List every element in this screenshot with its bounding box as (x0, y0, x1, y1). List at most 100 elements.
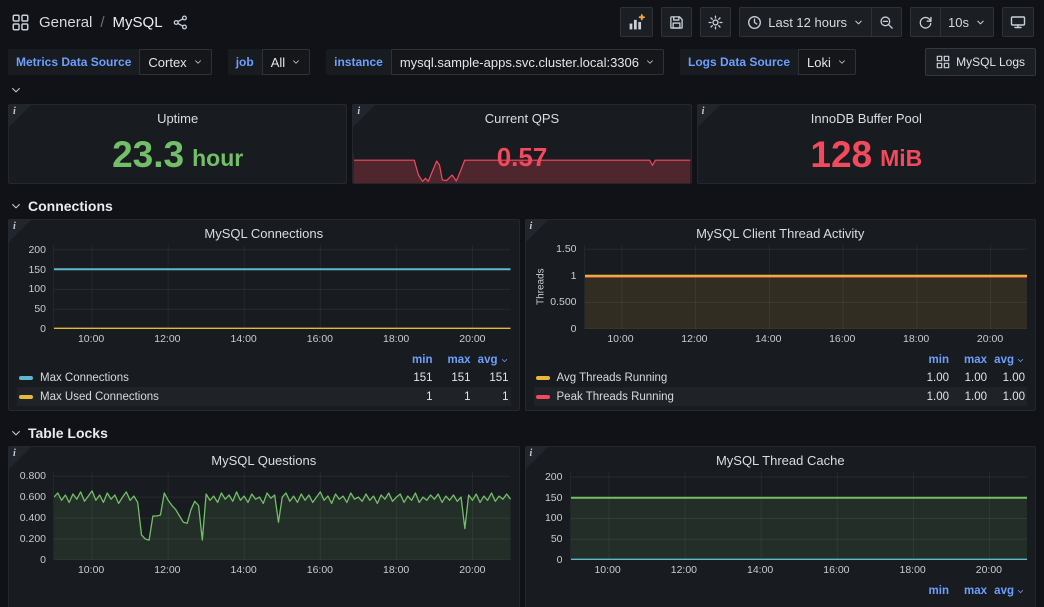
legend-min-header[interactable]: min (911, 354, 949, 366)
innodb-buffer-pool-panel: i InnoDB Buffer Pool 128 MiB (697, 104, 1036, 184)
y-axis: 050100150200 (534, 472, 570, 560)
chevron-down-icon (975, 17, 986, 28)
x-axis: 10:0012:0014:0016:0018:0020:00 (53, 329, 511, 347)
legend-item: Max Connections 151 151 151 (17, 368, 511, 387)
mysql-logs-button[interactable]: MySQL Logs (925, 48, 1036, 76)
refresh-interval-picker[interactable]: 10s (941, 7, 994, 37)
section-table-locks[interactable]: Table Locks (8, 419, 1036, 446)
breadcrumb-separator: / (100, 14, 104, 31)
legend-min-header[interactable]: min (395, 354, 433, 366)
series-swatch (19, 376, 33, 380)
panel-info-corner[interactable]: i (526, 447, 548, 469)
thread-activity-panel: i MySQL Client Thread Activity Threads 0… (525, 219, 1037, 411)
instance-select[interactable]: mysql.sample-apps.svc.cluster.local:3306 (391, 49, 664, 75)
legend-max-header[interactable]: max (949, 585, 987, 597)
y-axis-title: Threads (534, 245, 548, 329)
thread-cache-panel: i MySQL Thread Cache 050100150200 10:001… (525, 446, 1037, 607)
chevron-down-icon (291, 57, 301, 67)
chevron-down-icon (193, 57, 203, 67)
instance-label: instance (326, 49, 391, 75)
refresh-interval-label: 10s (948, 15, 969, 30)
panel-info-corner[interactable]: i (526, 220, 548, 242)
dashboard-settings-button[interactable] (700, 7, 731, 37)
chevron-down-icon (500, 356, 509, 365)
legend: min max avg Avg Threads Running 1.00 1.0… (534, 352, 1028, 406)
panel-info-corner[interactable]: i (9, 447, 31, 469)
refresh-button[interactable] (910, 7, 941, 37)
legend-item: Avg Threads Running 1.00 1.00 1.00 (534, 368, 1028, 387)
connections-chart: 050100150200 10:0012:0014:0016:0018:0020… (17, 245, 511, 347)
y-axis: 00.2000.4000.6000.800 (17, 472, 53, 560)
breadcrumb: General / MySQL (10, 12, 190, 33)
clock-icon (747, 15, 762, 30)
dashboards-grid-icon[interactable] (10, 12, 31, 33)
panel-title[interactable]: InnoDB Buffer Pool (706, 110, 1027, 130)
legend-avg-header[interactable]: avg (987, 354, 1025, 366)
panel-info-corner[interactable]: i (698, 105, 720, 127)
share-icon[interactable] (171, 13, 190, 32)
chevron-down-icon (853, 17, 864, 28)
panel-info-corner[interactable]: i (9, 220, 31, 242)
save-dashboard-button[interactable] (661, 7, 692, 37)
grid-icon (936, 55, 950, 69)
job-label: job (228, 49, 262, 75)
metrics-datasource-select[interactable]: Cortex (139, 49, 211, 75)
section-label: Table Locks (28, 425, 108, 441)
plot-area[interactable] (584, 245, 1028, 329)
buffer-pool-unit: MiB (880, 147, 922, 170)
buffer-pool-value: 128 (810, 136, 872, 173)
legend-min-header[interactable]: min (911, 585, 949, 597)
dashboard-title[interactable]: MySQL (113, 14, 163, 31)
y-axis: 050100150200 (17, 245, 53, 329)
thread-activity-chart: Threads 00.50011.50 10:0012:0014:0016:00… (534, 245, 1028, 347)
uptime-panel: i Uptime 23.3 hour (8, 104, 347, 184)
top-nav: General / MySQL Last 12 hours (0, 0, 1044, 44)
panel-info-corner[interactable]: i (353, 105, 375, 127)
collapsed-row[interactable] (0, 78, 1044, 102)
legend-item: Peak Threads Running 1.00 1.00 1.00 (534, 387, 1028, 406)
job-select[interactable]: All (262, 49, 310, 75)
panel-info-corner[interactable]: i (9, 105, 31, 127)
thread-cache-chart: 050100150200 10:0012:0014:0016:0018:0020… (534, 472, 1028, 578)
plot-area[interactable] (53, 245, 511, 329)
variable-metrics-datasource: Metrics Data Source Cortex (8, 49, 212, 75)
legend: min max avg (534, 583, 1028, 599)
kiosk-mode-button[interactable] (1002, 7, 1034, 37)
x-axis: 10:0012:0014:0016:0018:0020:00 (570, 560, 1028, 578)
x-axis: 10:0012:0014:0016:0018:0020:00 (53, 560, 511, 578)
uptime-unit: hour (192, 147, 243, 170)
add-panel-button[interactable] (620, 7, 653, 37)
metrics-datasource-label: Metrics Data Source (8, 49, 139, 75)
mysql-connections-panel: i MySQL Connections 050100150200 10:0012… (8, 219, 520, 411)
time-range-label: Last 12 hours (768, 15, 847, 30)
plot-area[interactable] (570, 472, 1028, 560)
time-range-picker[interactable]: Last 12 hours (739, 7, 872, 37)
variable-logs-datasource: Logs Data Source Loki (680, 49, 856, 75)
breadcrumb-section[interactable]: General (39, 14, 92, 31)
variable-instance: instance mysql.sample-apps.svc.cluster.l… (326, 49, 664, 75)
panel-title[interactable]: Current QPS (361, 110, 682, 130)
logs-datasource-label: Logs Data Source (680, 49, 798, 75)
variable-job: job All (228, 49, 310, 75)
plot-area[interactable] (53, 472, 511, 560)
legend-avg-header[interactable]: avg (471, 354, 509, 366)
chevron-down-icon (10, 200, 22, 212)
section-connections[interactable]: Connections (8, 192, 1036, 219)
series-swatch (536, 376, 550, 380)
logs-datasource-select[interactable]: Loki (798, 49, 856, 75)
legend-max-header[interactable]: max (433, 354, 471, 366)
panel-title[interactable]: MySQL Thread Cache (534, 452, 1028, 472)
legend-max-header[interactable]: max (949, 354, 987, 366)
current-qps-panel: i Current QPS 0.57 (352, 104, 691, 184)
chevron-down-icon (1016, 356, 1025, 365)
panel-title[interactable]: MySQL Connections (17, 225, 511, 245)
legend: min max avg Max Connections 151 151 151 … (17, 352, 511, 406)
panel-title[interactable]: MySQL Questions (17, 452, 511, 472)
uptime-value: 23.3 (112, 136, 184, 173)
panel-title[interactable]: Uptime (17, 110, 338, 130)
zoom-out-time-button[interactable] (872, 7, 902, 37)
chevron-down-icon (10, 427, 22, 439)
section-label: Connections (28, 198, 113, 214)
panel-title[interactable]: MySQL Client Thread Activity (534, 225, 1028, 245)
legend-avg-header[interactable]: avg (987, 585, 1025, 597)
